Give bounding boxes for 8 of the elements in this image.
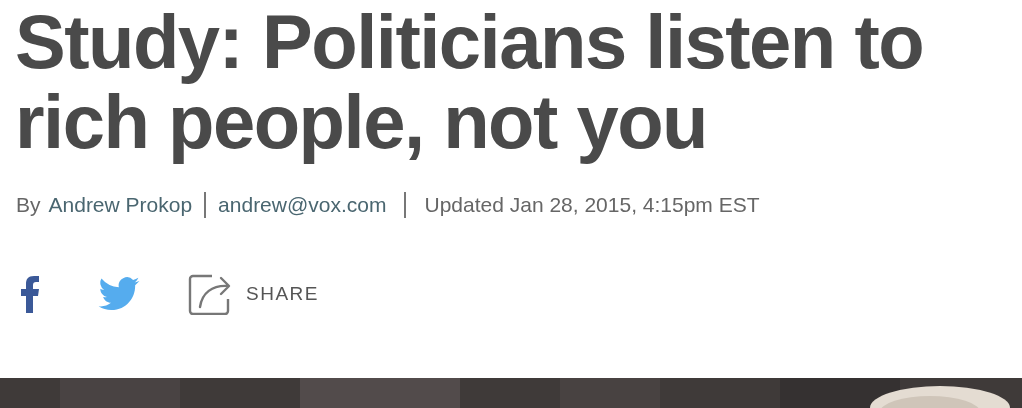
author-link[interactable]: Andrew Prokop bbox=[48, 193, 193, 217]
byline-prefix: By bbox=[16, 193, 41, 217]
article-headline: Study: Politicians listen to rich people, not you bbox=[14, 0, 925, 162]
share-button[interactable]: SHARE bbox=[188, 273, 319, 315]
facebook-icon[interactable] bbox=[20, 275, 40, 313]
updated-timestamp: Updated Jan 28, 2015, 4:15pm EST bbox=[424, 193, 760, 217]
email-link[interactable]: andrew@vox.com bbox=[218, 193, 387, 217]
share-arrow-icon bbox=[188, 273, 232, 315]
